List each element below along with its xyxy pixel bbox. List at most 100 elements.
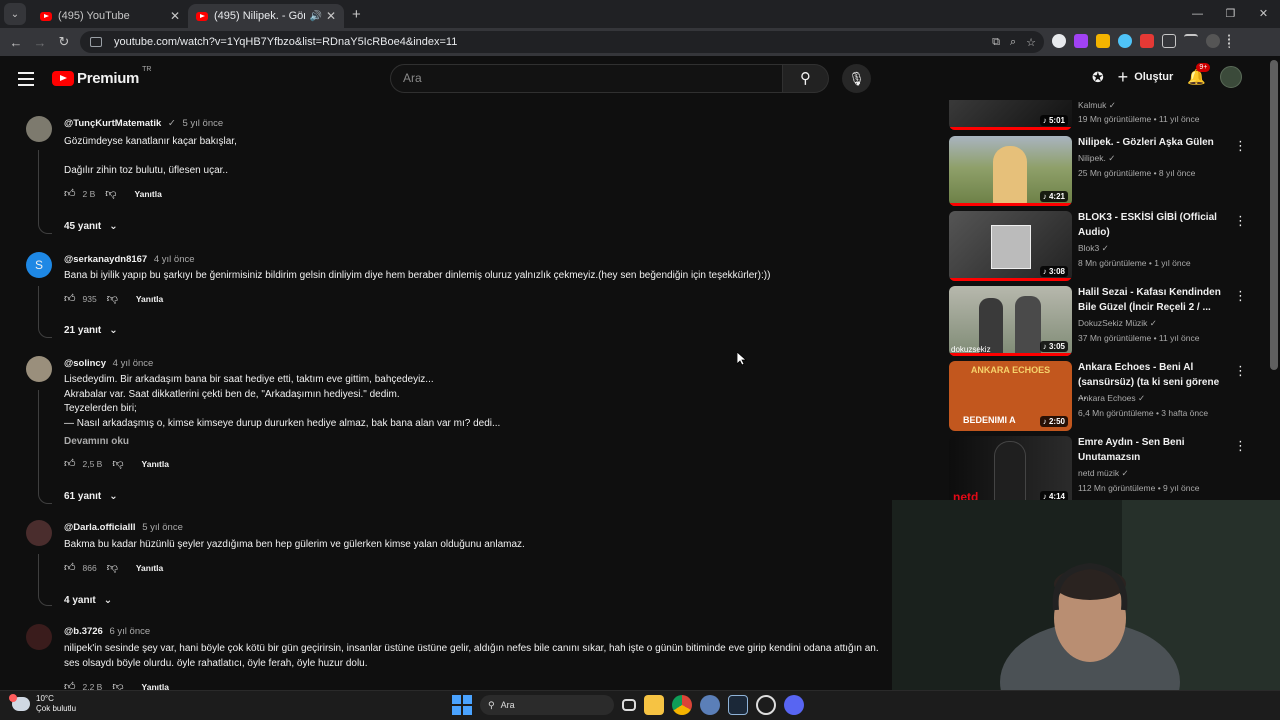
dislike-icon[interactable]: 👎︎ [105, 187, 116, 200]
video-card[interactable]: ♪ 5:01 Kalmuk ✓ 19 Mn görüntüleme • 11 y… [949, 100, 1260, 130]
video-title[interactable]: Emre Aydın - Sen Beni Unutamazsın [1078, 436, 1228, 465]
taskbar-search[interactable]: ⚲ Ara [480, 695, 614, 715]
channel-name[interactable]: netd müzik ✓ [1078, 468, 1129, 479]
video-thumbnail[interactable]: ♪ 5:01 [949, 100, 1072, 130]
extension-icon[interactable] [1074, 34, 1088, 48]
close-window-icon[interactable]: ✕ [1247, 0, 1280, 28]
restore-icon[interactable]: ❐ [1214, 0, 1247, 28]
search-button[interactable]: ⚲ [783, 64, 829, 93]
dislike-icon[interactable]: 👎︎ [112, 457, 123, 470]
minimize-icon[interactable]: — [1181, 0, 1214, 28]
video-card[interactable]: ♪ 4:21 Nilipek. - Gözleri Aşka Gülen Nil… [949, 136, 1260, 206]
like-icon[interactable]: 👍︎ [64, 561, 76, 574]
video-menu-icon[interactable]: ⋮ [1234, 138, 1247, 154]
video-thumbnail[interactable]: ♪ 4:21 [949, 136, 1072, 206]
reply-button[interactable]: Yanıtla [134, 189, 161, 199]
like-icon[interactable]: 👍︎ [64, 187, 76, 200]
channel-name[interactable]: Ankara Echoes ✓ [1078, 393, 1145, 404]
address-bar[interactable]: youtube.com/watch?v=1YqHB7Yfbzo&list=RDn… [80, 31, 1044, 53]
create-button[interactable]: + Oluştur [1118, 68, 1174, 86]
weather-widget[interactable]: 10°C Çok bulutlu [9, 694, 76, 714]
forward-icon[interactable]: → [28, 35, 52, 50]
youtube-premium-logo[interactable]: Premium TR [52, 66, 151, 87]
browser-tab-active[interactable]: (495) Nilipek. - Gömülür - Yo 🔊 ✕ [188, 4, 344, 28]
video-card[interactable]: netd ♪ 4:14 Emre Aydın - Sen Beni Unutam… [949, 436, 1260, 500]
avatar[interactable] [26, 356, 52, 382]
search-input[interactable]: Ara [390, 64, 783, 93]
menu-icon[interactable] [1228, 34, 1232, 48]
replies-toggle[interactable]: 45 yanıt ⌄ [64, 221, 118, 232]
steam-icon[interactable] [728, 695, 748, 715]
comment-date[interactable]: 6 yıl önce [109, 626, 150, 637]
close-tab-icon[interactable]: ✕ [170, 9, 180, 23]
extension-icon[interactable] [1118, 34, 1132, 48]
video-thumbnail[interactable]: ♪ 3:08 [949, 211, 1072, 281]
like-icon[interactable]: 👍︎ [64, 680, 76, 690]
replies-toggle[interactable]: 21 yanıt ⌄ [64, 325, 118, 336]
video-menu-icon[interactable]: ⋮ [1234, 288, 1247, 304]
extension-icon[interactable] [1052, 34, 1066, 48]
tab-search-button[interactable]: ⌄ [4, 3, 26, 25]
video-thumbnail[interactable]: ANKARA ECHOES BEDENIMI A ♪ 2:50 [949, 361, 1072, 431]
channel-name[interactable]: Kalmuk ✓ [1078, 100, 1116, 111]
video-card[interactable]: dokuzsekiz ♪ 3:05 Halil Sezai - Kafası K… [949, 286, 1260, 356]
video-menu-icon[interactable]: ⋮ [1234, 438, 1247, 454]
video-title[interactable]: BLOK3 - ESKİSİ GİBİ (Official Audio) [1078, 211, 1228, 240]
avatar[interactable] [26, 624, 52, 650]
bookmark-star-icon[interactable]: ☆ [1026, 36, 1036, 49]
site-info-icon[interactable] [90, 37, 102, 47]
extension-icon[interactable] [1096, 34, 1110, 48]
back-icon[interactable]: ← [4, 35, 28, 50]
video-title[interactable]: Nilipek. - Gözleri Aşka Gülen [1078, 136, 1228, 151]
like-icon[interactable]: 👍︎ [64, 292, 76, 305]
reply-button[interactable]: Yanıtla [142, 459, 169, 469]
replies-toggle[interactable]: 4 yanıt ⌄ [64, 595, 112, 606]
new-tab-button[interactable]: + [352, 6, 361, 23]
close-tab-icon[interactable]: ✕ [326, 9, 336, 23]
reply-button[interactable]: Yanıtla [142, 682, 169, 691]
video-menu-icon[interactable]: ⋮ [1234, 213, 1247, 229]
media-icon[interactable] [1184, 34, 1198, 48]
page-scrollbar[interactable] [1270, 60, 1278, 370]
comment-author[interactable]: @Darla.officialll 5 yıl önce [64, 522, 183, 533]
video-card[interactable]: ANKARA ECHOES BEDENIMI A ♪ 2:50 Ankara E… [949, 361, 1260, 431]
channel-name[interactable]: DokuzSekiz Müzik ✓ [1078, 318, 1157, 329]
dislike-icon[interactable]: 👎︎ [107, 292, 118, 305]
browser-tab-youtube[interactable]: (495) YouTube ✕ [32, 4, 188, 28]
dislike-icon[interactable]: 👎︎ [112, 680, 123, 690]
comment-author[interactable]: @b.3726 6 yıl önce [64, 626, 150, 637]
comment-author[interactable]: @solincy 4 yıl önce [64, 358, 153, 369]
video-menu-icon[interactable]: ⋮ [1234, 363, 1247, 379]
hamburger-menu-icon[interactable] [18, 72, 34, 90]
comment-date[interactable]: 5 yıl önce [142, 522, 183, 533]
extension-icon[interactable] [1140, 34, 1154, 48]
video-thumbnail[interactable]: dokuzsekiz ♪ 3:05 [949, 286, 1072, 356]
reply-button[interactable]: Yanıtla [136, 294, 163, 304]
profile-icon[interactable] [1206, 34, 1220, 48]
chrome-icon[interactable] [672, 695, 692, 715]
like-icon[interactable]: 👍︎ [64, 457, 76, 470]
video-thumbnail[interactable]: netd ♪ 4:14 [949, 436, 1072, 500]
puzzle-icon[interactable] [1162, 34, 1176, 48]
reply-button[interactable]: Yanıtla [136, 563, 163, 573]
zoom-icon[interactable]: ⌕ [1010, 36, 1016, 49]
app-icon[interactable] [700, 695, 720, 715]
discord-icon[interactable] [784, 695, 804, 715]
task-view-icon[interactable] [622, 699, 636, 711]
comment-author[interactable]: @serkanaydn8167 4 yıl önce [64, 254, 195, 265]
avatar[interactable] [26, 116, 52, 142]
account-avatar[interactable] [1220, 66, 1242, 88]
channel-name[interactable]: Blok3 ✓ [1078, 243, 1109, 254]
speaker-icon[interactable]: 🔊 [309, 11, 321, 22]
notifications-button[interactable]: 🔔 9+ [1187, 63, 1211, 86]
reload-icon[interactable]: ↻ [52, 34, 76, 50]
avatar[interactable]: S [26, 252, 52, 278]
comment-date[interactable]: 4 yıl önce [113, 358, 154, 369]
file-explorer-icon[interactable] [644, 695, 664, 715]
channel-name[interactable]: Nilipek. ✓ [1078, 153, 1115, 164]
comment-date[interactable]: 5 yıl önce [183, 118, 224, 129]
windows-start-icon[interactable] [452, 695, 472, 715]
comment-author[interactable]: @TunçKurtMatematik ✓ 5 yıl önce [64, 118, 223, 129]
voice-search-button[interactable]: 🎙 [842, 64, 871, 93]
video-card[interactable]: ♪ 3:08 BLOK3 - ESKİSİ GİBİ (Official Aud… [949, 211, 1260, 281]
